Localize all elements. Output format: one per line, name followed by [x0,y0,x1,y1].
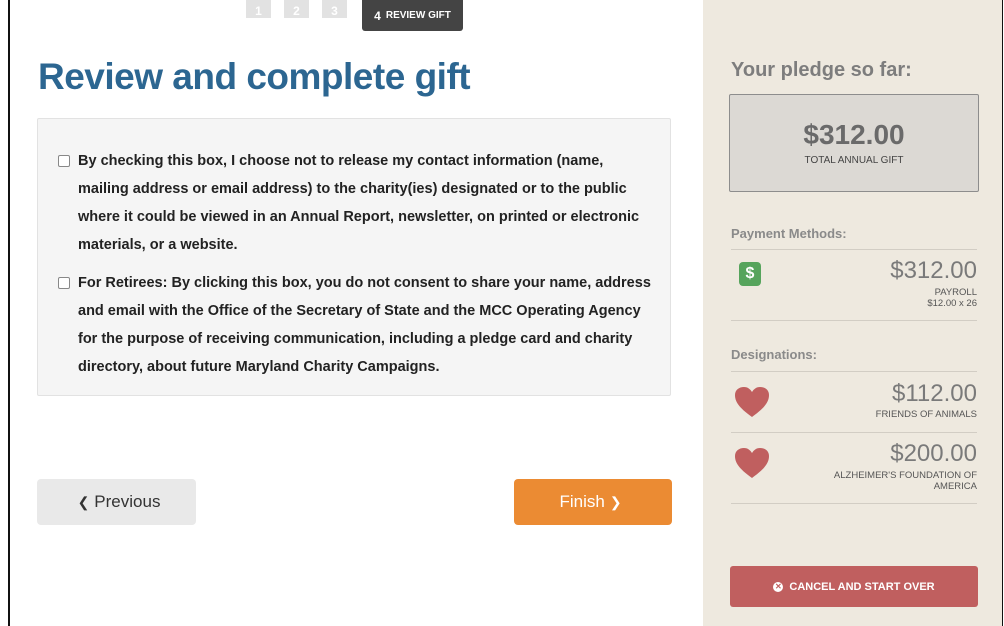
divider [731,320,977,321]
divider [731,503,977,504]
dollar-icon: $ [739,262,761,286]
designations-label: Designations: [731,347,817,362]
step-1[interactable]: 1 [246,0,271,18]
cancel-and-start-over-button[interactable]: ✕ CANCEL AND START OVER [730,566,978,607]
consent-panel: By checking this box, I choose not to re… [37,118,671,396]
step-2[interactable]: 2 [284,0,309,18]
step-3[interactable]: 3 [322,0,347,18]
previous-button[interactable]: ❮ Previous [37,479,196,525]
heart-icon [735,448,769,478]
previous-button-label: Previous [94,492,161,511]
payment-amount: $312.00 [890,257,977,284]
heart-icon [735,387,769,417]
cancel-button-label: CANCEL AND START OVER [789,580,935,593]
total-gift-box: $312.00 TOTAL ANNUAL GIFT [729,94,979,192]
designation-name: FRIENDS OF ANIMALS [875,409,977,420]
payment-detail: $12.00 x 26 [927,298,977,309]
divider [731,371,977,372]
total-amount: $312.00 [803,119,905,150]
designation-amount: $112.00 [892,380,977,407]
divider [731,432,977,433]
step-active-label: REVIEW GIFT [385,10,451,21]
step-4-active: 4 REVIEW GIFT [362,0,463,31]
consent-item-privacy: By checking this box, I choose not to re… [58,147,652,259]
designation-name: ALZHEIMER'S FOUNDATION OF AMERICA [833,470,977,492]
privacy-consent-text: By checking this box, I choose not to re… [78,153,640,253]
payment-method: PAYROLL [934,287,977,298]
chevron-right-icon: ❯ [609,493,622,510]
step-active-number: 4 [374,8,381,23]
app-frame: 1 2 3 4 REVIEW GIFT Review and complete … [8,0,1003,626]
designation-amount: $200.00 [890,440,977,467]
pledge-sidebar: Your pledge so far: $312.00 TOTAL ANNUAL… [703,0,1002,626]
pledge-summary-title: Your pledge so far: [731,59,912,81]
privacy-checkbox[interactable] [58,155,70,167]
cancel-circle-icon: ✕ [773,581,784,592]
finish-button-label: Finish [559,492,605,511]
finish-button[interactable]: Finish ❯ [514,479,672,525]
consent-item-retirees: For Retirees: By clicking this box, you … [58,269,652,381]
total-label: TOTAL ANNUAL GIFT [804,155,904,166]
divider [731,249,977,250]
retiree-checkbox[interactable] [58,277,70,289]
retiree-consent-text: For Retirees: By clicking this box, you … [78,275,651,375]
payment-methods-label: Payment Methods: [731,226,847,241]
chevron-left-icon: ❮ [77,493,90,510]
page-title: Review and complete gift [38,56,471,97]
